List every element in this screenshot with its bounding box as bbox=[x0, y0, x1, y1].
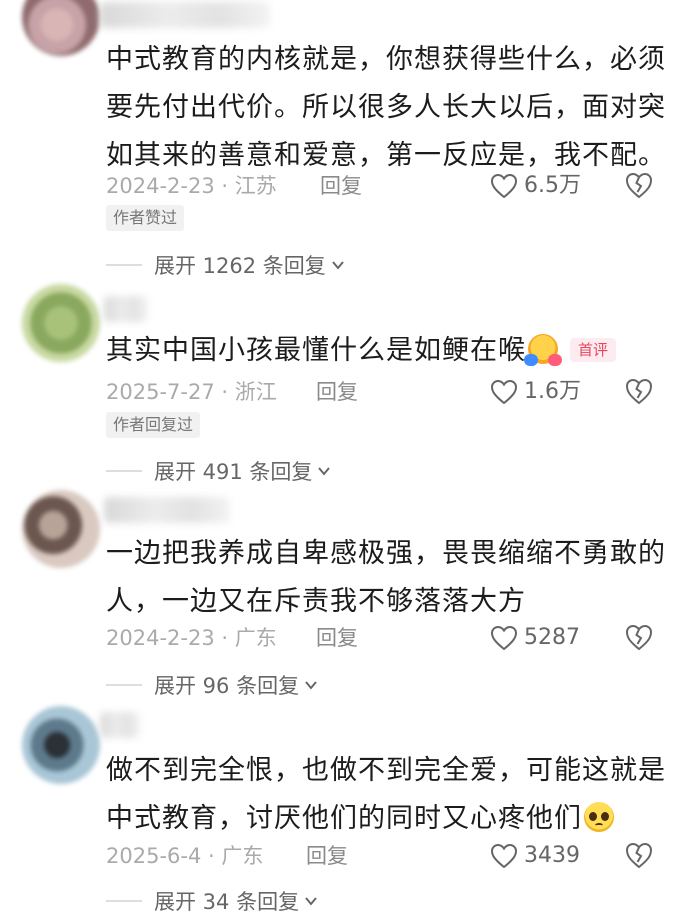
comment-text[interactable]: 一边把我养成自卑感极强，畏畏缩缩不勇敢的 人，一边又在斥责我不够落落大方 bbox=[106, 530, 666, 626]
expand-replies-label: 展开 96 条回复 bbox=[154, 674, 300, 698]
like-button[interactable]: 1.6万 bbox=[490, 375, 581, 409]
heart-icon bbox=[490, 843, 518, 869]
author-tag: 作者赞过 bbox=[106, 205, 185, 231]
username[interactable] bbox=[104, 296, 148, 322]
comment-text[interactable]: 做不到完全恨，也做不到完全爱，可能这就是 中式教育，讨厌他们的同时又心疼他们 bbox=[106, 747, 666, 843]
dislike-icon[interactable] bbox=[624, 170, 654, 200]
reply-button[interactable]: 回复 bbox=[316, 375, 358, 409]
comment-text-line: 一边把我养成自卑感极强，畏畏缩缩不勇敢的 bbox=[106, 538, 666, 569]
heart-icon bbox=[490, 173, 518, 199]
pleading-emoji-icon bbox=[584, 802, 614, 832]
avatar[interactable] bbox=[22, 706, 100, 784]
comment-date-location: 2025-7-27 · 浙江 bbox=[106, 380, 277, 404]
heart-icon bbox=[490, 625, 518, 651]
hug-emoji-icon bbox=[524, 334, 562, 366]
comment-date-location: 2024-2-23 · 广东 bbox=[106, 626, 277, 650]
dislike-icon[interactable] bbox=[624, 376, 654, 406]
like-button[interactable]: 3439 bbox=[490, 839, 580, 873]
chevron-down-icon bbox=[305, 681, 317, 690]
like-count: 3439 bbox=[524, 843, 580, 868]
username[interactable] bbox=[104, 497, 230, 523]
expand-replies-label: 展开 491 条回复 bbox=[154, 460, 313, 484]
username[interactable] bbox=[100, 2, 270, 28]
divider bbox=[106, 264, 142, 266]
comment-meta: 2024-2-23 · 江苏 回复 6.5万 bbox=[106, 169, 666, 203]
expand-replies-button[interactable]: 展开 1262 条回复 bbox=[106, 250, 346, 280]
username[interactable] bbox=[100, 712, 140, 738]
avatar[interactable] bbox=[22, 0, 100, 56]
first-comment-badge: 首评 bbox=[570, 338, 617, 362]
like-button[interactable]: 6.5万 bbox=[490, 169, 581, 203]
divider bbox=[106, 684, 142, 686]
chevron-down-icon bbox=[305, 897, 317, 906]
author-tag: 作者回复过 bbox=[106, 412, 201, 438]
like-count: 6.5万 bbox=[524, 173, 581, 198]
expand-replies-label: 展开 1262 条回复 bbox=[154, 254, 326, 278]
avatar[interactable] bbox=[22, 490, 100, 568]
chevron-down-icon bbox=[318, 467, 331, 476]
divider bbox=[106, 900, 142, 902]
comment-list: 中式教育的内核就是，你想获得些什么，必须 要先付出代价。所以很多人长大以后，面对… bbox=[0, 0, 690, 920]
like-count: 5287 bbox=[524, 625, 580, 650]
comment-text-line: 中式教育，讨厌他们的同时又心疼他们 bbox=[106, 803, 582, 834]
expand-replies-button[interactable]: 展开 96 条回复 bbox=[106, 670, 319, 700]
comment-text-line: 人，一边又在斥责我不够落落大方 bbox=[106, 586, 526, 617]
reply-button[interactable]: 回复 bbox=[316, 621, 358, 655]
expand-replies-label: 展开 34 条回复 bbox=[154, 890, 300, 914]
comment-text-line: 其实中国小孩最懂什么是如鲠在喉 bbox=[106, 335, 526, 366]
comment-text[interactable]: 中式教育的内核就是，你想获得些什么，必须 要先付出代价。所以很多人长大以后，面对… bbox=[106, 36, 666, 180]
comment-text-line: 中式教育的内核就是，你想获得些什么，必须 bbox=[106, 44, 666, 75]
chevron-down-icon bbox=[332, 261, 344, 270]
comment-date-location: 2025-6-4 · 广东 bbox=[106, 844, 264, 868]
comment-text-line: 要先付出代价。所以很多人长大以后，面对突 bbox=[106, 92, 666, 123]
comment-meta: 2024-2-23 · 广东 回复 5287 bbox=[106, 621, 666, 655]
divider bbox=[106, 470, 142, 472]
comment-date-location: 2024-2-23 · 江苏 bbox=[106, 174, 277, 198]
dislike-icon[interactable] bbox=[624, 840, 654, 870]
like-count: 1.6万 bbox=[524, 379, 581, 404]
dislike-icon[interactable] bbox=[624, 622, 654, 652]
comment-text[interactable]: 其实中国小孩最懂什么是如鲠在喉 首评 bbox=[106, 327, 666, 375]
expand-replies-button[interactable]: 展开 491 条回复 bbox=[106, 456, 332, 486]
heart-icon bbox=[490, 379, 518, 405]
avatar[interactable] bbox=[22, 284, 100, 362]
reply-button[interactable]: 回复 bbox=[320, 169, 362, 203]
comment-meta: 2025-6-4 · 广东 回复 3439 bbox=[106, 839, 666, 873]
comment-text-line: 做不到完全恨，也做不到完全爱，可能这就是 bbox=[106, 755, 666, 786]
like-button[interactable]: 5287 bbox=[490, 621, 580, 655]
reply-button[interactable]: 回复 bbox=[306, 839, 348, 873]
comment-meta: 2025-7-27 · 浙江 回复 1.6万 bbox=[106, 375, 666, 409]
expand-replies-button[interactable]: 展开 34 条回复 bbox=[106, 886, 319, 916]
